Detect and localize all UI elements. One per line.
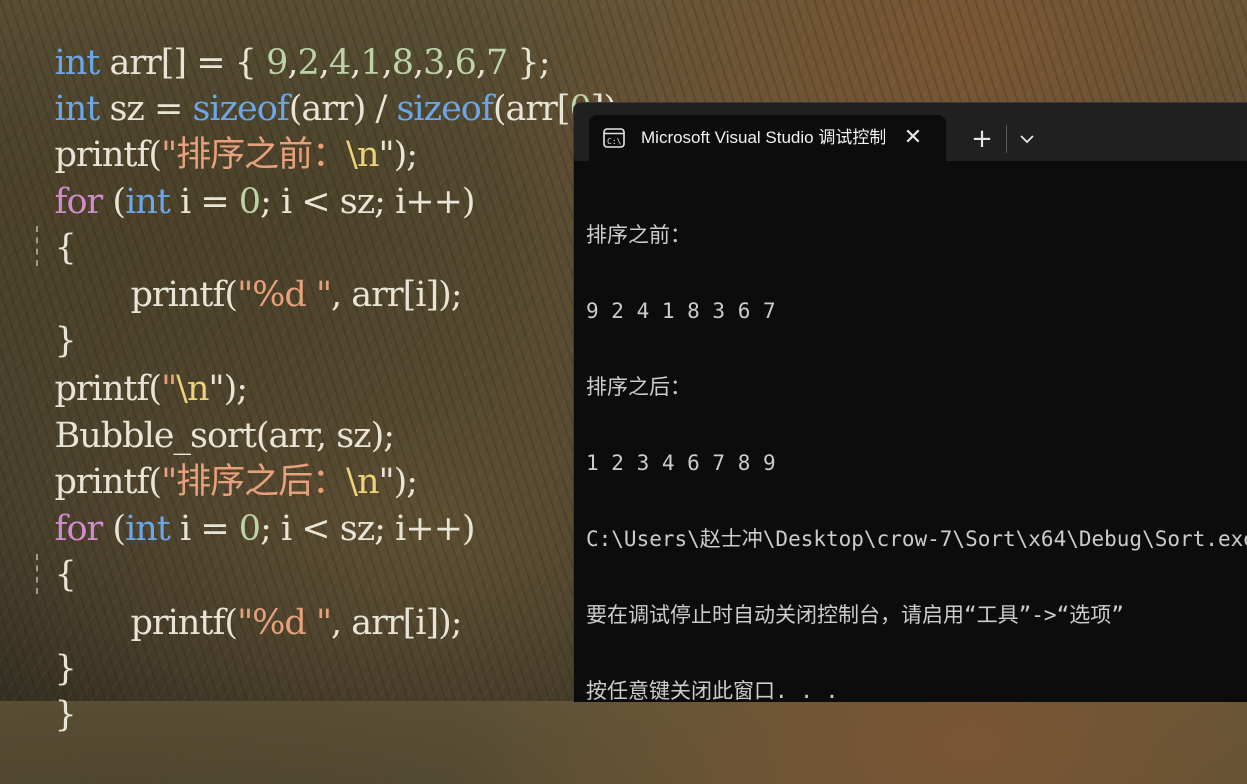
code-line: int arr[] = { 9,2,4,1,8,3,6,7 };: [14, 0, 551, 83]
code-token: {: [54, 555, 77, 595]
code-token: i =: [169, 509, 239, 549]
code-line: {: [14, 506, 77, 595]
code-token: int: [125, 182, 171, 222]
terminal-window[interactable]: C:\ Microsoft Visual Studio 调试控制台 ✕ + 排序…: [573, 102, 1247, 702]
code-line: printf("\n");: [14, 320, 249, 409]
close-icon[interactable]: ✕: [901, 126, 925, 150]
plus-icon[interactable]: +: [966, 125, 998, 153]
code-line: printf("%d ", arr[i]);: [90, 226, 463, 315]
code-line: {: [14, 179, 77, 268]
svg-text:C:\: C:\: [607, 137, 622, 146]
code-line: for (int i = 0; i < sz; i++): [14, 460, 476, 549]
code-line: printf("%d ", arr[i]);: [90, 554, 463, 643]
console-line: 按任意键关闭此窗口. . .: [586, 679, 839, 702]
code-line: printf("排序之后：\n");: [14, 413, 419, 502]
code-token: printf(: [130, 603, 239, 643]
tab-debug-console[interactable]: C:\ Microsoft Visual Studio 调试控制台 ✕: [589, 115, 946, 161]
code-line: }: [14, 600, 77, 689]
console-output[interactable]: 排序之前： 9 2 4 1 8 3 6 7 排序之后： 1 2 3 4 6 7 …: [586, 173, 1247, 702]
code-line: printf("排序之前：\n");: [14, 86, 419, 175]
console-line: 排序之后：: [586, 375, 691, 399]
code-token: ; i < sz; i++): [260, 509, 476, 549]
code-line: }: [14, 646, 77, 735]
code-token: "%d ": [237, 275, 332, 315]
indent-guide: [36, 554, 38, 594]
code-token: , arr[i]);: [331, 275, 463, 315]
code-token: (: [102, 182, 126, 222]
code-token: {: [54, 228, 77, 268]
code-token: 0: [238, 509, 261, 549]
console-line: 9 2 4 1 8 3 6 7: [586, 299, 776, 323]
title-bar[interactable]: C:\ Microsoft Visual Studio 调试控制台 ✕ +: [574, 103, 1247, 161]
console-line: 1 2 3 4 6 7 8 9: [586, 451, 776, 475]
code-token: }: [54, 695, 77, 735]
code-line: int sz = sizeof(arr) / sizeof(arr[0]);: [14, 40, 628, 129]
code-line: for (int i = 0; i < sz; i++): [14, 133, 476, 222]
code-token: , arr[i]);: [331, 603, 463, 643]
code-token: 0: [238, 182, 261, 222]
code-token: int: [125, 509, 171, 549]
console-line: 要在调试停止时自动关闭控制台，请启用“工具”->“选项”: [586, 603, 1124, 627]
code-token: ; i < sz; i++): [260, 182, 476, 222]
divider: [1006, 125, 1007, 153]
code-token: (arr[: [492, 89, 571, 129]
code-editor[interactable]: int arr[] = { 9,2,4,1,8,3,6,7 }; int sz …: [14, 0, 628, 735]
code-line: }: [14, 272, 77, 361]
code-token: i =: [169, 182, 239, 222]
indent-guide: [36, 226, 38, 266]
console-icon: C:\: [603, 128, 625, 148]
code-line: Bubble_sort(arr, sz);: [14, 367, 396, 456]
tab-title: Microsoft Visual Studio 调试控制台: [641, 128, 885, 147]
code-token: (: [102, 509, 126, 549]
console-line: C:\Users\赵士冲\Desktop\crow-7\Sort\x64\Deb…: [586, 527, 1247, 551]
chevron-down-icon[interactable]: [1014, 127, 1040, 151]
code-token: "%d ": [237, 603, 332, 643]
console-line: 排序之前：: [586, 223, 691, 247]
code-token: printf(: [130, 275, 239, 315]
